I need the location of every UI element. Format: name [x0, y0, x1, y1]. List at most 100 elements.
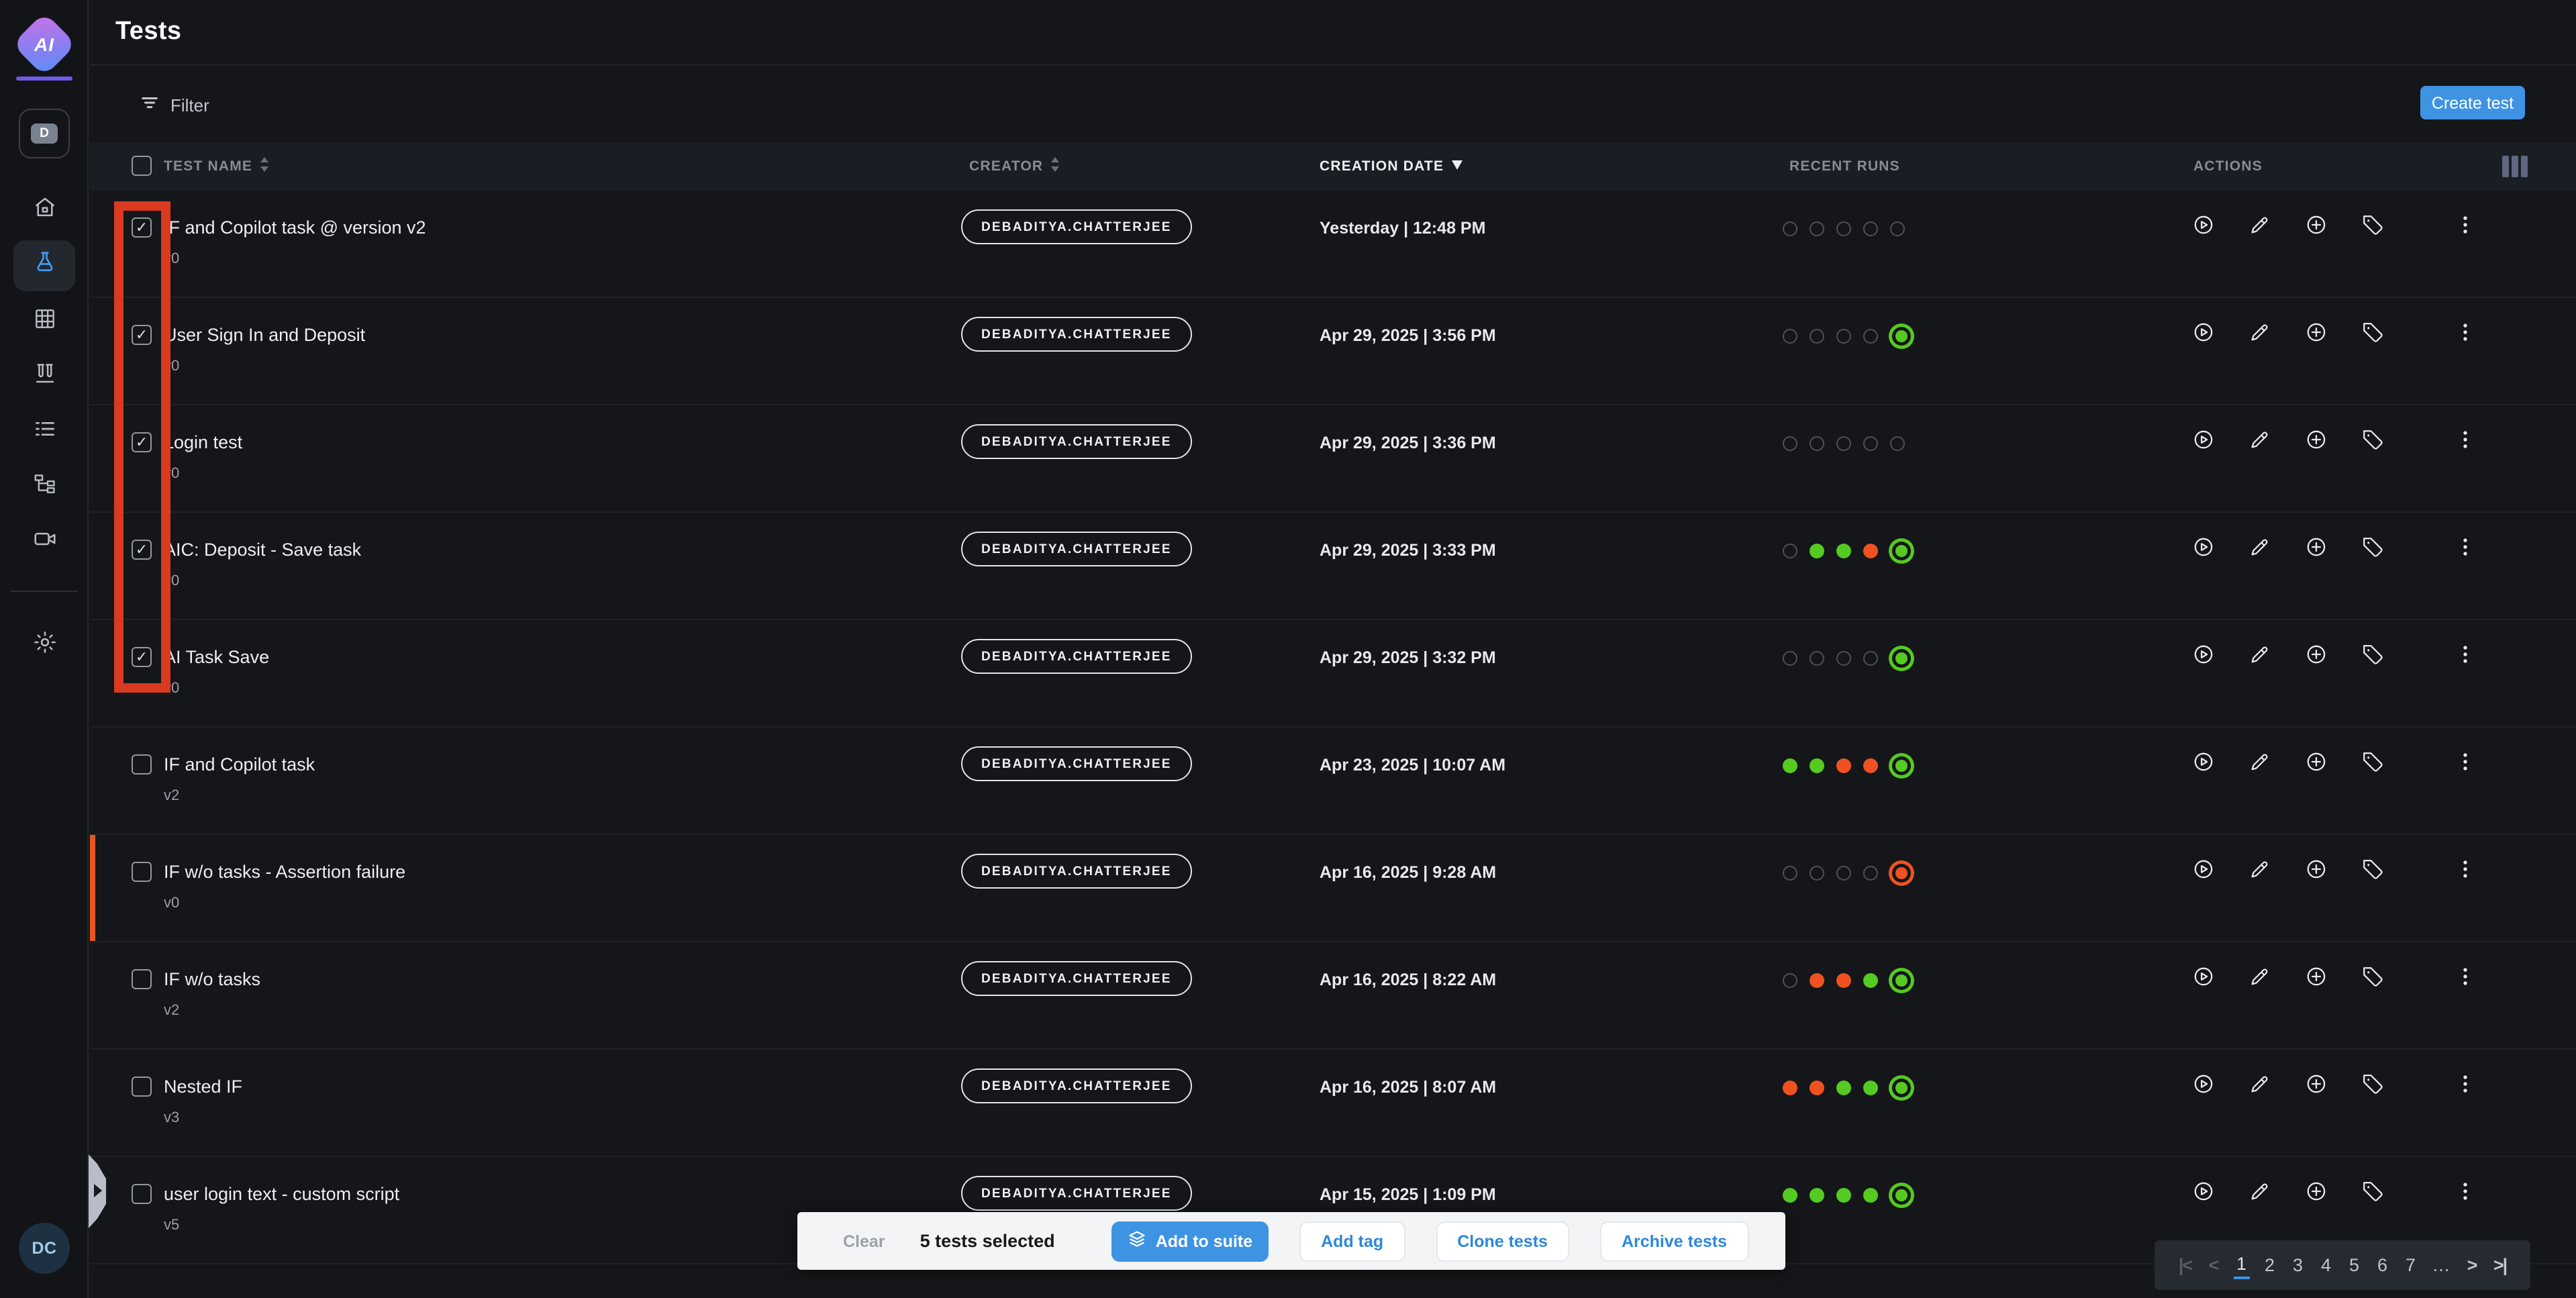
test-name[interactable]: AIC: Deposit - Save task — [164, 540, 361, 560]
row-checkbox[interactable] — [132, 1077, 152, 1097]
sidebar-item-tests[interactable] — [13, 240, 75, 291]
row-checkbox[interactable] — [132, 217, 152, 238]
sidebar-item-settings[interactable] — [13, 623, 75, 668]
row-checkbox[interactable] — [132, 540, 152, 560]
row-action-kebab-button[interactable] — [2446, 530, 2483, 568]
create-test-button[interactable]: Create test — [2420, 86, 2525, 119]
row-action-kebab-button[interactable] — [2446, 960, 2483, 997]
column-header-creator[interactable]: CREATOR — [969, 142, 1060, 191]
row-action-play-button[interactable] — [2184, 1175, 2222, 1212]
pagination-prev[interactable]: < — [2206, 1252, 2222, 1279]
row-action-kebab-button[interactable] — [2446, 1175, 2483, 1212]
row-action-add-circle-button[interactable] — [2297, 745, 2334, 783]
select-all-checkbox[interactable] — [132, 156, 152, 176]
test-name[interactable]: Login test — [164, 432, 242, 452]
row-action-edit-button[interactable] — [2240, 960, 2278, 997]
sidebar-item-recordings[interactable] — [13, 514, 75, 569]
sidebar-item-suites[interactable] — [13, 349, 75, 404]
row-action-add-circle-button[interactable] — [2297, 1175, 2334, 1212]
row-action-kebab-button[interactable] — [2446, 423, 2483, 460]
pagination-last[interactable]: >| — [2492, 1252, 2508, 1279]
row-action-tag-button[interactable] — [2353, 638, 2391, 675]
row-action-edit-button[interactable] — [2240, 208, 2278, 246]
row-action-play-button[interactable] — [2184, 638, 2222, 675]
row-action-edit-button[interactable] — [2240, 423, 2278, 460]
row-action-edit-button[interactable] — [2240, 530, 2278, 568]
row-action-add-circle-button[interactable] — [2297, 1067, 2334, 1105]
row-action-tag-button[interactable] — [2353, 745, 2391, 783]
row-action-kebab-button[interactable] — [2446, 852, 2483, 890]
sidebar-item-flows[interactable] — [13, 459, 75, 514]
clone-tests-button[interactable]: Clone tests — [1436, 1221, 1569, 1261]
add-to-suite-button[interactable]: Add to suite — [1111, 1221, 1269, 1261]
row-action-play-button[interactable] — [2184, 208, 2222, 246]
row-action-tag-button[interactable] — [2353, 423, 2391, 460]
pagination-page-6[interactable]: 6 — [2375, 1252, 2391, 1279]
row-action-edit-button[interactable] — [2240, 315, 2278, 353]
row-action-add-circle-button[interactable] — [2297, 530, 2334, 568]
row-action-tag-button[interactable] — [2353, 315, 2391, 353]
row-checkbox[interactable] — [132, 647, 152, 667]
row-action-play-button[interactable] — [2184, 423, 2222, 460]
row-action-tag-button[interactable] — [2353, 960, 2391, 997]
test-name[interactable]: IF w/o tasks - Assertion failure — [164, 862, 405, 882]
row-action-tag-button[interactable] — [2353, 1067, 2391, 1105]
row-action-kebab-button[interactable] — [2446, 638, 2483, 675]
row-action-play-button[interactable] — [2184, 852, 2222, 890]
row-checkbox[interactable] — [132, 1184, 152, 1204]
pagination-page-7[interactable]: 7 — [2403, 1252, 2419, 1279]
pagination-next[interactable]: > — [2464, 1252, 2480, 1279]
row-action-add-circle-button[interactable] — [2297, 852, 2334, 890]
pagination-page-3[interactable]: 3 — [2290, 1252, 2306, 1279]
test-name[interactable]: user login text - custom script — [164, 1184, 399, 1204]
row-checkbox[interactable] — [132, 325, 152, 345]
clear-selection-button[interactable]: Clear — [843, 1232, 885, 1250]
row-action-tag-button[interactable] — [2353, 530, 2391, 568]
row-action-play-button[interactable] — [2184, 960, 2222, 997]
row-action-add-circle-button[interactable] — [2297, 638, 2334, 675]
column-header-name[interactable]: TEST NAME — [164, 142, 270, 191]
pagination-page-5[interactable]: 5 — [2346, 1252, 2363, 1279]
row-action-edit-button[interactable] — [2240, 1175, 2278, 1212]
sidebar-item-runs[interactable] — [13, 404, 75, 459]
row-action-edit-button[interactable] — [2240, 852, 2278, 890]
row-action-kebab-button[interactable] — [2446, 1067, 2483, 1105]
row-action-kebab-button[interactable] — [2446, 208, 2483, 246]
row-action-play-button[interactable] — [2184, 1067, 2222, 1105]
row-action-play-button[interactable] — [2184, 745, 2222, 783]
pagination-page-1[interactable]: 1 — [2234, 1252, 2250, 1279]
row-checkbox[interactable] — [132, 432, 152, 452]
row-action-tag-button[interactable] — [2353, 208, 2391, 246]
row-action-edit-button[interactable] — [2240, 1067, 2278, 1105]
user-avatar[interactable]: DC — [19, 1223, 70, 1274]
row-action-tag-button[interactable] — [2353, 852, 2391, 890]
row-action-kebab-button[interactable] — [2446, 745, 2483, 783]
test-name[interactable]: IF and Copilot task @ version v2 — [164, 217, 426, 238]
test-name[interactable]: IF and Copilot task — [164, 754, 315, 775]
column-header-created[interactable]: CREATION DATE — [1320, 142, 1463, 191]
row-action-add-circle-button[interactable] — [2297, 423, 2334, 460]
sidebar-item-home[interactable] — [13, 183, 75, 238]
test-name[interactable]: User Sign In and Deposit — [164, 325, 365, 345]
test-name[interactable]: Nested IF — [164, 1077, 242, 1097]
pagination-page-4[interactable]: 4 — [2318, 1252, 2334, 1279]
columns-icon[interactable] — [2502, 156, 2528, 177]
row-action-add-circle-button[interactable] — [2297, 960, 2334, 997]
row-action-add-circle-button[interactable] — [2297, 208, 2334, 246]
row-action-tag-button[interactable] — [2353, 1175, 2391, 1212]
add-tag-button[interactable]: Add tag — [1299, 1221, 1405, 1261]
row-action-play-button[interactable] — [2184, 530, 2222, 568]
test-name[interactable]: IF w/o tasks — [164, 969, 260, 989]
pagination-page-2[interactable]: 2 — [2262, 1252, 2278, 1279]
row-checkbox[interactable] — [132, 754, 152, 775]
test-name[interactable]: AI Task Save — [164, 647, 269, 667]
row-action-add-circle-button[interactable] — [2297, 315, 2334, 353]
row-checkbox[interactable] — [132, 969, 152, 989]
archive-tests-button[interactable]: Archive tests — [1600, 1221, 1748, 1261]
sidebar-item-grid[interactable] — [13, 294, 75, 349]
row-checkbox[interactable] — [132, 862, 152, 882]
row-action-play-button[interactable] — [2184, 315, 2222, 353]
pagination-first[interactable]: |< — [2177, 1252, 2193, 1279]
row-action-edit-button[interactable] — [2240, 745, 2278, 783]
filter-button[interactable]: Filter — [140, 93, 209, 117]
